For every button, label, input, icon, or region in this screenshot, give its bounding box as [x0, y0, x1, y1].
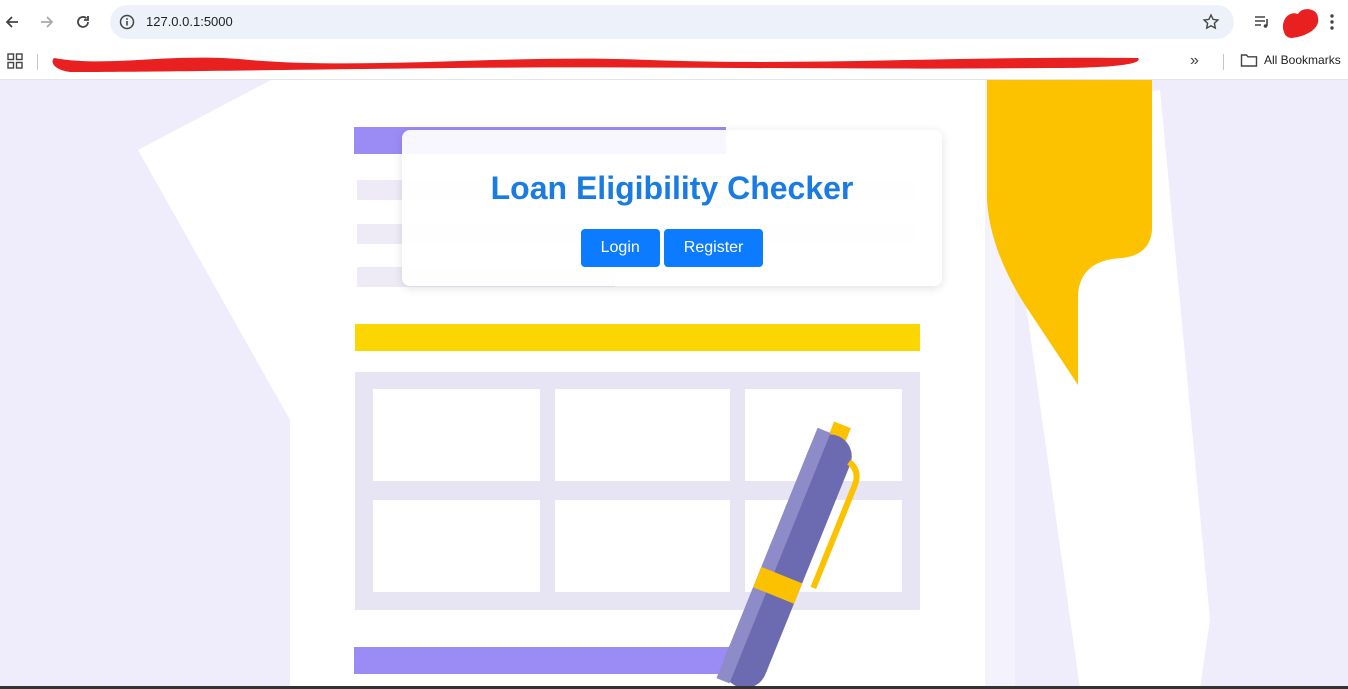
address-bar[interactable]: 127.0.0.1:5000	[110, 5, 1234, 39]
table-cell	[555, 389, 730, 481]
media-button[interactable]	[1250, 10, 1274, 34]
table-cell	[373, 500, 540, 592]
folder-icon	[1240, 54, 1258, 67]
page-viewport: Loan Eligibility Checker Login Register	[0, 80, 1348, 689]
back-button[interactable]	[0, 10, 24, 34]
apps-grid-icon[interactable]	[6, 52, 24, 70]
kebab-menu-icon	[1330, 14, 1334, 30]
register-button[interactable]: Register	[663, 229, 764, 267]
table-cell	[373, 389, 540, 481]
arrow-left-icon	[5, 16, 18, 28]
menu-button[interactable]	[1320, 10, 1344, 34]
footer-bar	[354, 647, 734, 674]
profile-avatar[interactable]	[1278, 9, 1322, 39]
info-icon[interactable]	[118, 13, 136, 31]
bookmarks-separator	[37, 54, 38, 70]
browser-toolbar: 127.0.0.1:5000	[0, 0, 1348, 44]
welcome-card: Loan Eligibility Checker Login Register	[402, 130, 942, 286]
page-title: Loan Eligibility Checker	[490, 170, 854, 206]
bookmarks-separator	[1223, 54, 1224, 70]
yellow-band	[355, 324, 920, 351]
bookmarks-bar: » All Bookmarks	[0, 44, 1348, 80]
star-icon[interactable]	[1202, 13, 1220, 31]
url-text[interactable]: 127.0.0.1:5000	[146, 14, 233, 29]
reload-button[interactable]	[71, 10, 95, 34]
login-button[interactable]: Login	[580, 229, 660, 267]
forward-button[interactable]	[35, 10, 59, 34]
arrow-right-icon	[41, 16, 54, 28]
avatar-redaction-mark	[1282, 9, 1319, 39]
bookmarks-redaction	[52, 57, 1139, 72]
all-bookmarks-button[interactable]: All Bookmarks	[1240, 52, 1341, 68]
table-cell	[555, 500, 730, 592]
all-bookmarks-label[interactable]: All Bookmarks	[1264, 53, 1341, 67]
chevron-double-right-icon[interactable]: »	[1190, 52, 1199, 70]
media-queue-icon	[1255, 16, 1268, 28]
auth-buttons: Login Register	[402, 229, 942, 267]
tilted-sheet-left	[138, 80, 290, 420]
reload-icon	[77, 16, 89, 28]
